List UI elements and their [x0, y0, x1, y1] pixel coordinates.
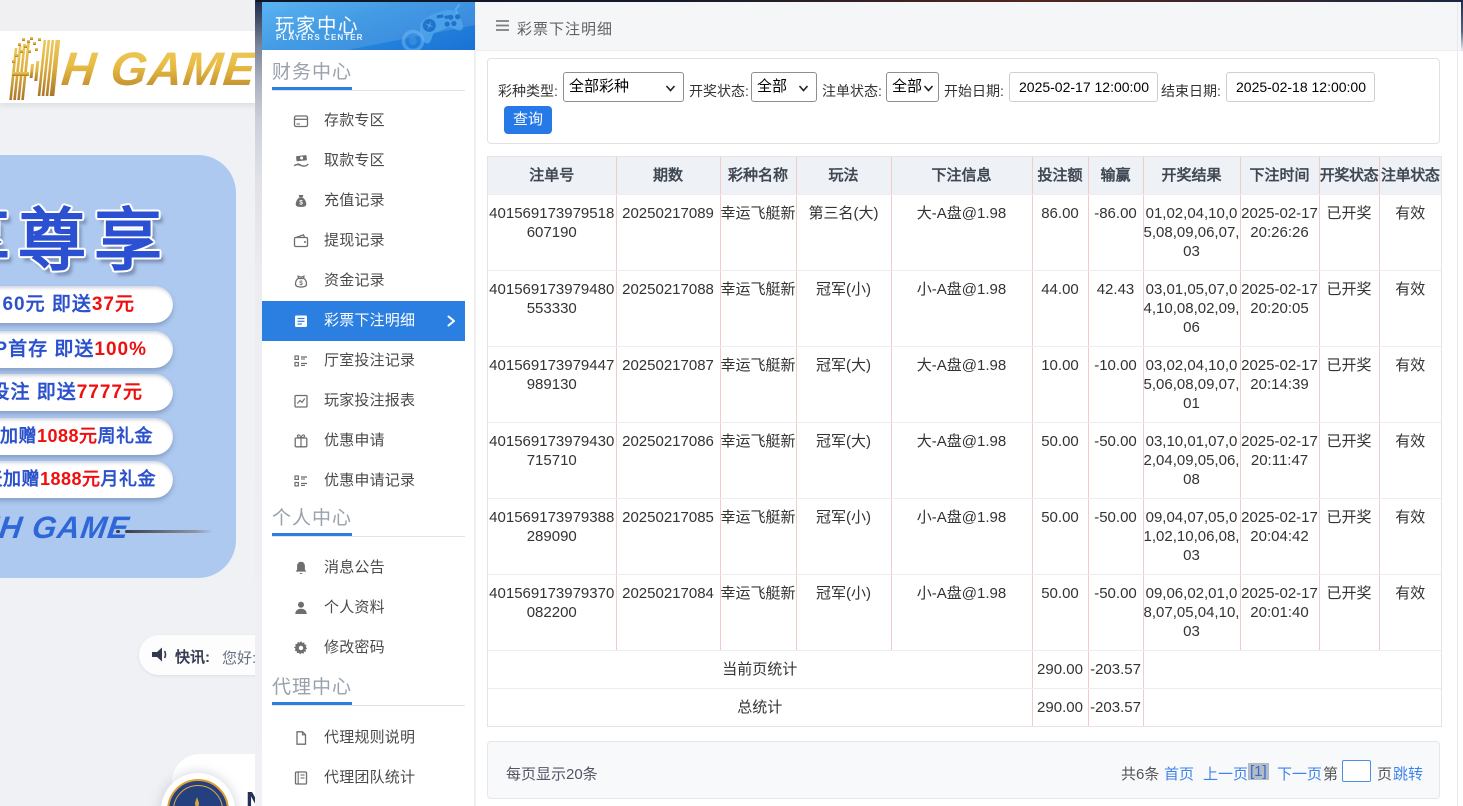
svg-text:$: $ [299, 280, 303, 287]
svg-text:$: $ [299, 200, 303, 207]
